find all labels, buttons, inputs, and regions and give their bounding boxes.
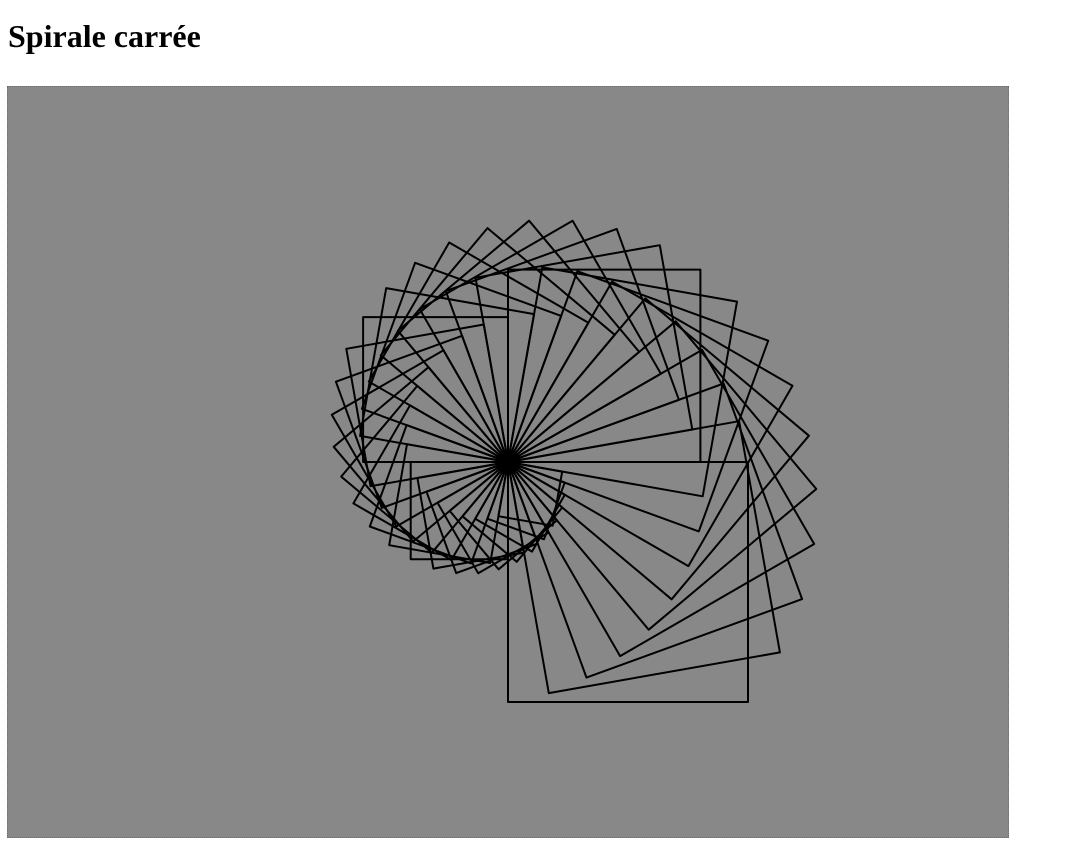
page-title: Spirale carrée [8,18,201,54]
spiral-square [507,348,816,658]
spiral-square [396,219,641,463]
spiral-square [330,349,509,528]
drawing-canvas [7,86,1009,838]
spiral-square [507,320,818,631]
square-spiral-drawing [330,219,818,703]
spiral-squares-group [330,219,818,703]
